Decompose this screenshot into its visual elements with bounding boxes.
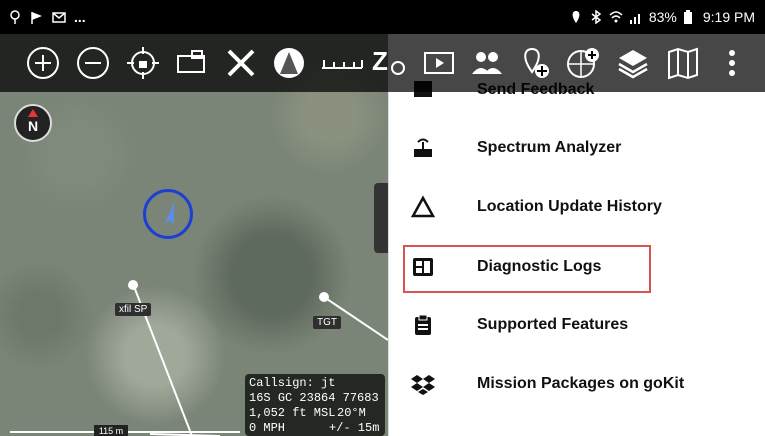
notification-mail-icon: [52, 10, 66, 24]
notification-flag-icon: [30, 10, 44, 24]
info-grid-zone: 16S: [249, 391, 271, 405]
top-toolbar: Z: [0, 34, 765, 92]
map-icon[interactable]: [664, 44, 702, 82]
info-easting: 23864: [299, 391, 336, 405]
app-frame: N xfil SP TGT Callsign: jt 16S GC 23864 …: [0, 0, 765, 436]
highlight-annotation: [403, 245, 651, 293]
menu-item-label: Spectrum Analyzer: [477, 139, 622, 156]
info-grid: 16S GC 23864 77683: [249, 391, 379, 405]
info-northing: 77683: [342, 391, 379, 405]
compass-label: N: [27, 118, 39, 134]
self-arrow-icon: [164, 202, 174, 226]
compass-north-indicator: [28, 109, 38, 117]
clock-time: 9:19 PM: [702, 9, 755, 25]
map-source-icon[interactable]: [270, 44, 308, 82]
dropbox-icon: [411, 372, 435, 396]
gps-lock-icon[interactable]: [124, 44, 162, 82]
menu-item-spectrum-analyzer[interactable]: Spectrum Analyzer: [389, 120, 765, 176]
notification-gps-icon: [8, 10, 22, 24]
self-location-marker[interactable]: [143, 189, 193, 239]
map-scale-bar: 115 m: [10, 425, 240, 436]
z-pin-icon[interactable]: Z: [370, 44, 408, 82]
waypoint-label-xfil: xfil SP: [115, 303, 152, 316]
info-altitude: 1,052 ft MSL: [249, 406, 336, 420]
menu-item-label: Mission Packages on goKit: [477, 375, 685, 392]
location-icon: [569, 10, 583, 24]
compass-icon[interactable]: N: [14, 104, 52, 142]
menu-item-label: Supported Features: [477, 316, 629, 333]
info-speed: 0 MPH: [249, 421, 286, 435]
info-grid-square: GC: [277, 391, 293, 405]
contacts-icon[interactable]: [468, 44, 506, 82]
zoom-out-icon[interactable]: [74, 44, 112, 82]
menu-item-location-history[interactable]: Location Update History: [389, 179, 765, 235]
wifi-icon: [609, 10, 623, 24]
more-options-icon[interactable]: [722, 44, 742, 82]
status-bar: ... 83% 9:19 PM: [0, 0, 765, 34]
location-info-panel[interactable]: Callsign: jt 16S GC 23864 77683 1,052 ft…: [245, 374, 385, 436]
info-callsign: Callsign: jt: [249, 376, 336, 390]
info-heading: 20°M: [337, 406, 366, 420]
video-icon[interactable]: [420, 44, 458, 82]
router-icon: [411, 136, 435, 160]
bluetooth-icon: [589, 9, 603, 25]
battery-icon: [683, 10, 697, 24]
menu-item-supported-features[interactable]: Supported Features: [389, 297, 765, 353]
status-overflow-dots: ...: [74, 9, 86, 25]
scale-label: 115 m: [99, 426, 123, 436]
battery-percent: 83%: [648, 9, 677, 25]
waypoint-label-tgt: TGT: [313, 316, 341, 329]
waypoint-xfil[interactable]: [128, 280, 138, 290]
map-tile-icon[interactable]: [172, 44, 210, 82]
layers-icon[interactable]: [614, 44, 652, 82]
zoom-in-icon[interactable]: [24, 44, 62, 82]
signal-icon: [629, 10, 643, 24]
clipboard-icon: [411, 313, 435, 337]
status-bar-right: 83% 9:19 PM: [569, 0, 755, 34]
drawer-handle[interactable]: [374, 183, 388, 253]
info-accuracy: +/- 15m: [329, 421, 380, 435]
status-bar-left: ...: [8, 0, 86, 34]
waypoint-tgt[interactable]: [319, 292, 329, 302]
svg-text:Z: Z: [372, 46, 388, 76]
add-point-icon[interactable]: [516, 44, 554, 82]
close-icon[interactable]: [222, 44, 260, 82]
menu-item-label: Location Update History: [477, 198, 662, 215]
menu-item-mission-packages[interactable]: Mission Packages on goKit: [389, 356, 765, 412]
add-overlay-icon[interactable]: [564, 44, 602, 82]
triangle-icon: [411, 195, 435, 219]
ruler-icon[interactable]: [320, 44, 364, 82]
